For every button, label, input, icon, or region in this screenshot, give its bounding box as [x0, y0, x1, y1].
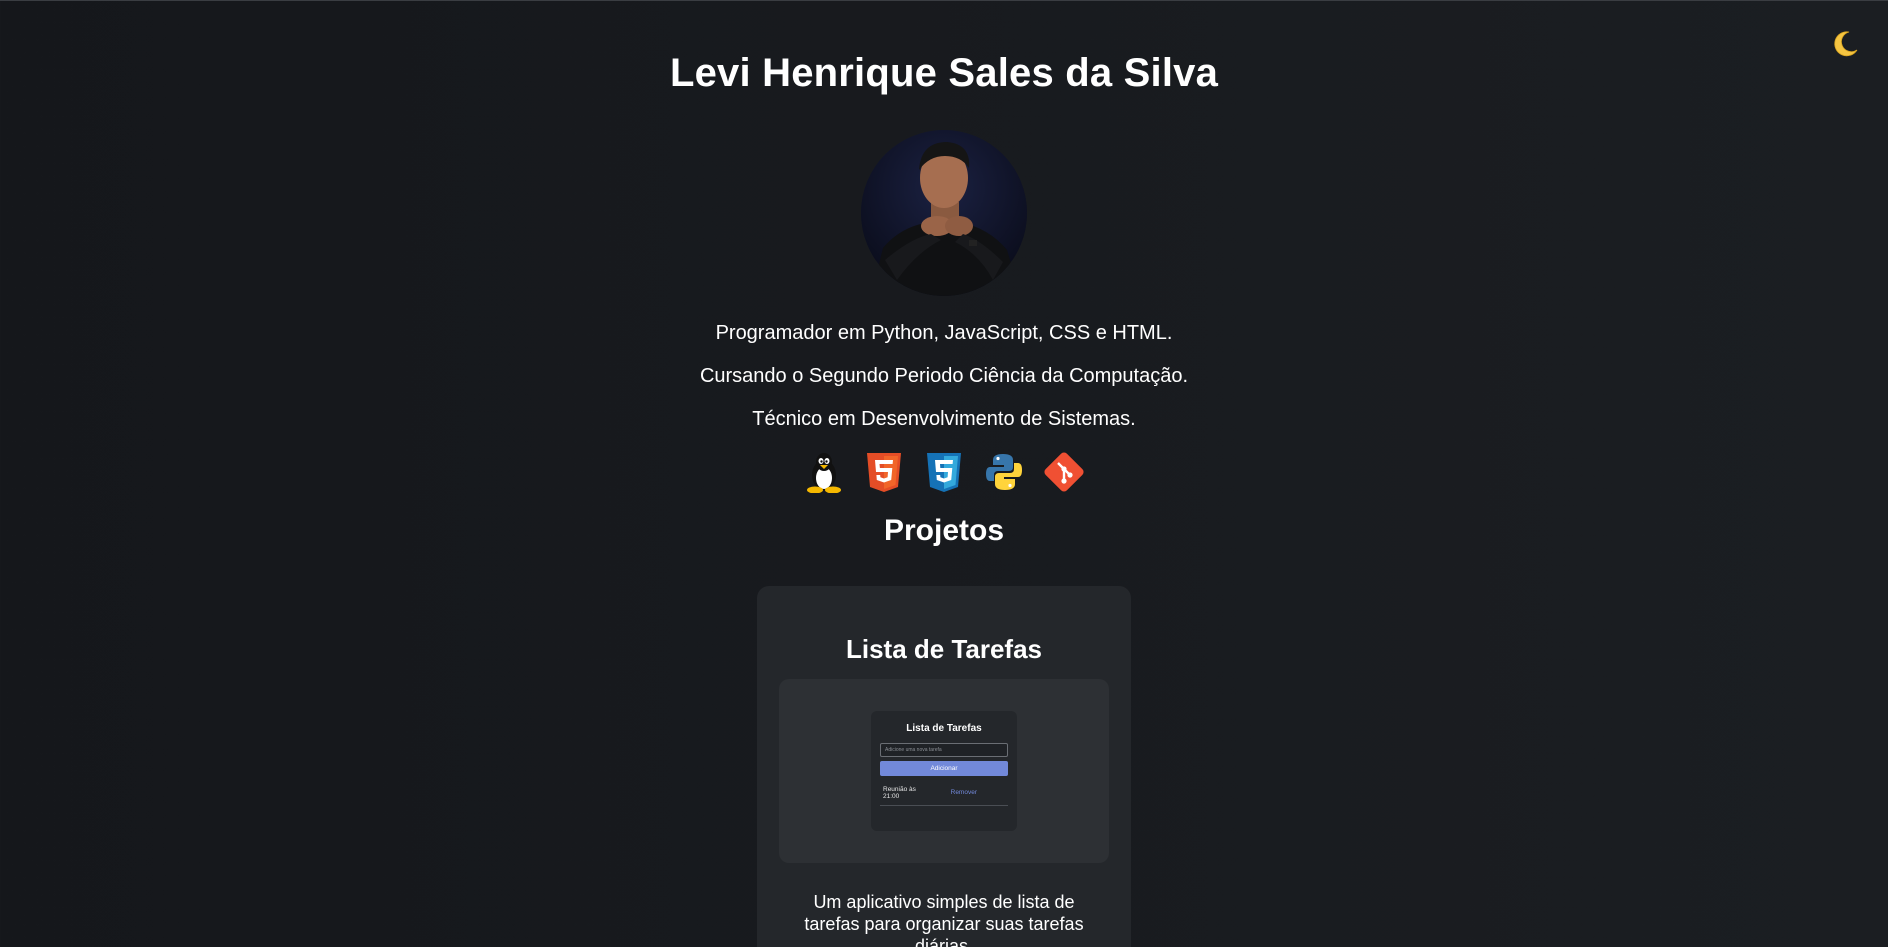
preview-title: Lista de Tarefas [906, 723, 982, 734]
avatar-photo [861, 130, 1027, 296]
bio: Programador em Python, JavaScript, CSS e… [700, 322, 1188, 430]
page-title: Levi Henrique Sales da Silva [669, 51, 1219, 95]
theme-toggle-button[interactable] [1828, 27, 1862, 61]
avatar [861, 130, 1027, 296]
preview-task-text: Reunião às 21:00 [883, 786, 916, 800]
html5-icon [863, 450, 905, 494]
tech-icons [803, 450, 1085, 494]
bio-line: Programador em Python, JavaScript, CSS e… [715, 322, 1173, 344]
project-description: Um aplicativo simples de lista de tarefa… [804, 892, 1084, 947]
preview-remove-link: Remover [950, 789, 977, 796]
preview-task-item: Reunião às 21:00 Remover [880, 786, 1008, 806]
project-card[interactable]: Lista de Tarefas Lista de Tarefas Adicio… [757, 586, 1131, 947]
project-preview[interactable]: Lista de Tarefas Adicione uma nova taref… [779, 679, 1109, 863]
git-icon [1043, 450, 1085, 494]
bio-line: Técnico em Desenvolvimento de Sistemas. [752, 408, 1136, 430]
preview-task-input: Adicione uma nova tarefa [880, 743, 1008, 757]
preview-add-button: Adicionar [880, 761, 1008, 776]
preview-app: Lista de Tarefas Adicione uma nova taref… [871, 711, 1017, 831]
bio-line: Cursando o Segundo Periodo Ciência da Co… [699, 365, 1189, 387]
project-title: Lista de Tarefas [845, 634, 1043, 664]
css3-icon [923, 450, 965, 494]
projects-section-title: Projetos [883, 514, 1005, 547]
linux-icon [803, 450, 845, 494]
python-icon [983, 450, 1025, 494]
moon-icon [1834, 31, 1858, 57]
main-container: Levi Henrique Sales da Silva Programador… [0, 1, 1888, 947]
